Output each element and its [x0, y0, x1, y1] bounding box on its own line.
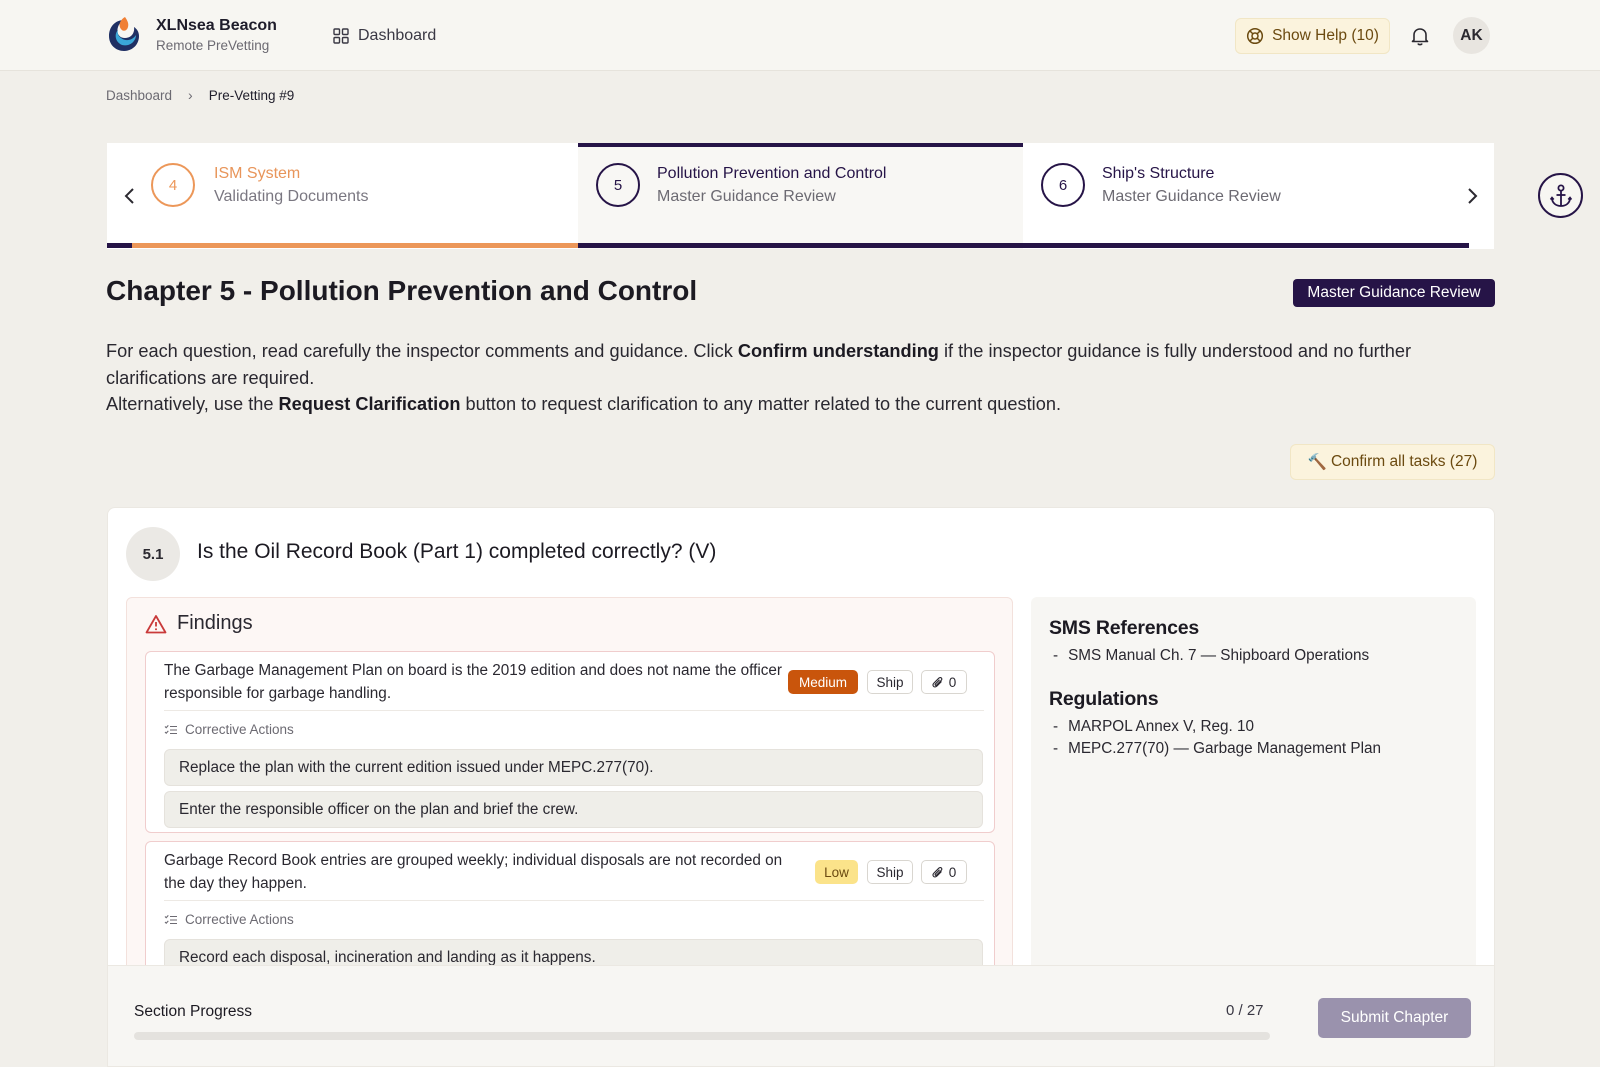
- breadcrumb-current: Pre-Vetting #9: [208, 87, 295, 103]
- step-status: Master Guidance Review: [657, 188, 836, 205]
- attachments-button[interactable]: 0: [921, 860, 967, 884]
- instructions-emphasis: Confirm understanding: [737, 341, 939, 361]
- confirm-all-tasks-button[interactable]: 🔨 Confirm all tasks (27): [1290, 444, 1495, 480]
- attachments-count: 0: [948, 864, 957, 880]
- paperclip-icon: [932, 866, 943, 877]
- corrective-actions-title: Corrective Actions: [185, 912, 294, 927]
- step-number: 6: [1041, 163, 1085, 207]
- regulations-title: Regulations: [1049, 688, 1159, 710]
- question-number: 5.1: [126, 527, 180, 581]
- step-progress-line: [107, 243, 132, 248]
- nav-dashboard-label: Dashboard: [358, 27, 437, 44]
- grid-icon: [333, 28, 349, 44]
- section-progress-footer: Section Progress 0 / 27 Submit Chapter: [108, 965, 1494, 1066]
- corrective-actions-label: Corrective Actions: [164, 722, 294, 737]
- corrective-actions-label: Corrective Actions: [164, 912, 294, 927]
- show-help-button[interactable]: Show Help (10): [1235, 18, 1390, 54]
- anchor-icon: [1549, 184, 1572, 207]
- breadcrumb-dashboard-link[interactable]: Dashboard: [106, 88, 172, 103]
- checklist-icon: [164, 724, 177, 734]
- step-chapter-6[interactable]: 6 Ship's Structure Master Guidance Revie…: [1023, 143, 1494, 249]
- show-help-label: Show Help (10): [1272, 27, 1379, 44]
- finding-text: The Garbage Management Plan on board is …: [164, 662, 782, 702]
- notification-bell-icon[interactable]: [1408, 24, 1432, 48]
- instructions-segment: button to request clarification to any m…: [460, 394, 1061, 415]
- app-subtitle: Remote PreVetting: [156, 38, 270, 53]
- divider: [164, 710, 984, 711]
- step-title: ISM System: [214, 165, 301, 182]
- step-number: 5: [596, 163, 640, 207]
- section-progress-count: 0 / 27: [1226, 1002, 1264, 1019]
- divider: [164, 900, 984, 901]
- scope-badge: Ship: [867, 670, 913, 694]
- finding-text: Garbage Record Book entries are grouped …: [164, 852, 783, 892]
- step-number: 4: [151, 163, 195, 207]
- severity-badge: Low: [815, 860, 858, 884]
- warning-triangle-icon: [145, 614, 167, 633]
- step-progress-line: [132, 243, 578, 248]
- top-bar: XLNsea Beacon Remote PreVetting Dashboar…: [0, 0, 1600, 71]
- instructions-emphasis: Request Clarification: [278, 394, 461, 415]
- nav-dashboard-link[interactable]: Dashboard: [333, 24, 436, 48]
- finding-item: The Garbage Management Plan on board is …: [145, 651, 995, 833]
- review-mode-badge: Master Guidance Review: [1293, 279, 1495, 307]
- findings-title: Findings: [177, 612, 253, 634]
- corrective-action: Enter the responsible officer on the pla…: [164, 791, 983, 828]
- chapter-stepper: 4 ISM System Validating Documents 5 Poll…: [107, 143, 1494, 249]
- app-name: XLNsea Beacon: [156, 17, 277, 34]
- sms-references-title: SMS References: [1049, 617, 1200, 639]
- instructions-segment: Alternatively, use the: [106, 394, 279, 415]
- step-status: Master Guidance Review: [1102, 188, 1281, 205]
- checklist-icon: [164, 914, 177, 924]
- paperclip-icon: [932, 676, 943, 687]
- section-progress-bar: [134, 1032, 1270, 1040]
- anchor-button[interactable]: [1538, 173, 1583, 218]
- instructions-text: For each question, read carefully the in…: [106, 338, 1506, 418]
- attachments-count: 0: [948, 674, 957, 690]
- instructions-segment: For each question, read carefully the in…: [106, 341, 738, 361]
- submit-chapter-button[interactable]: Submit Chapter: [1318, 998, 1471, 1038]
- chevron-right-icon[interactable]: [1464, 186, 1480, 206]
- findings-panel: Findings The Garbage Management Plan on …: [126, 597, 1013, 1023]
- lifebuoy-icon: [1247, 27, 1264, 45]
- user-avatar[interactable]: AK: [1453, 17, 1490, 54]
- sms-reference-item: SMS Manual Ch. 7 — Shipboard Operations: [1053, 647, 1369, 665]
- step-title: Pollution Prevention and Control: [657, 165, 887, 182]
- chevron-right-icon: ›: [188, 87, 193, 103]
- question-text: Is the Oil Record Book (Part 1) complete…: [197, 540, 717, 563]
- attachments-button[interactable]: 0: [921, 670, 967, 694]
- section-progress-label: Section Progress: [134, 1003, 253, 1020]
- regulation-item: MARPOL Annex V, Reg. 10: [1053, 718, 1254, 736]
- findings-header: Findings: [145, 612, 253, 635]
- app-logo-icon: [109, 17, 139, 51]
- breadcrumb: Dashboard › Pre-Vetting #9: [106, 86, 294, 104]
- step-chapter-4[interactable]: 4 ISM System Validating Documents: [107, 143, 578, 249]
- severity-badge: Medium: [788, 670, 858, 694]
- regulation-item: MEPC.277(70) — Garbage Management Plan: [1053, 740, 1381, 758]
- references-panel: SMS References SMS Manual Ch. 7 — Shipbo…: [1031, 597, 1476, 997]
- step-status: Validating Documents: [214, 188, 369, 205]
- question-card: 5.1 Is the Oil Record Book (Part 1) comp…: [107, 507, 1495, 1067]
- corrective-action: Replace the plan with the current editio…: [164, 749, 983, 786]
- hammer-icon: 🔨: [1307, 453, 1327, 471]
- confirm-all-label: Confirm all tasks (27): [1330, 453, 1478, 470]
- page-title: Chapter 5 - Pollution Prevention and Con…: [106, 275, 698, 306]
- step-chapter-5[interactable]: 5 Pollution Prevention and Control Maste…: [578, 143, 1023, 249]
- step-progress-line: [578, 243, 1469, 248]
- corrective-actions-title: Corrective Actions: [185, 722, 294, 737]
- scope-badge: Ship: [867, 860, 913, 884]
- step-title: Ship's Structure: [1102, 165, 1215, 182]
